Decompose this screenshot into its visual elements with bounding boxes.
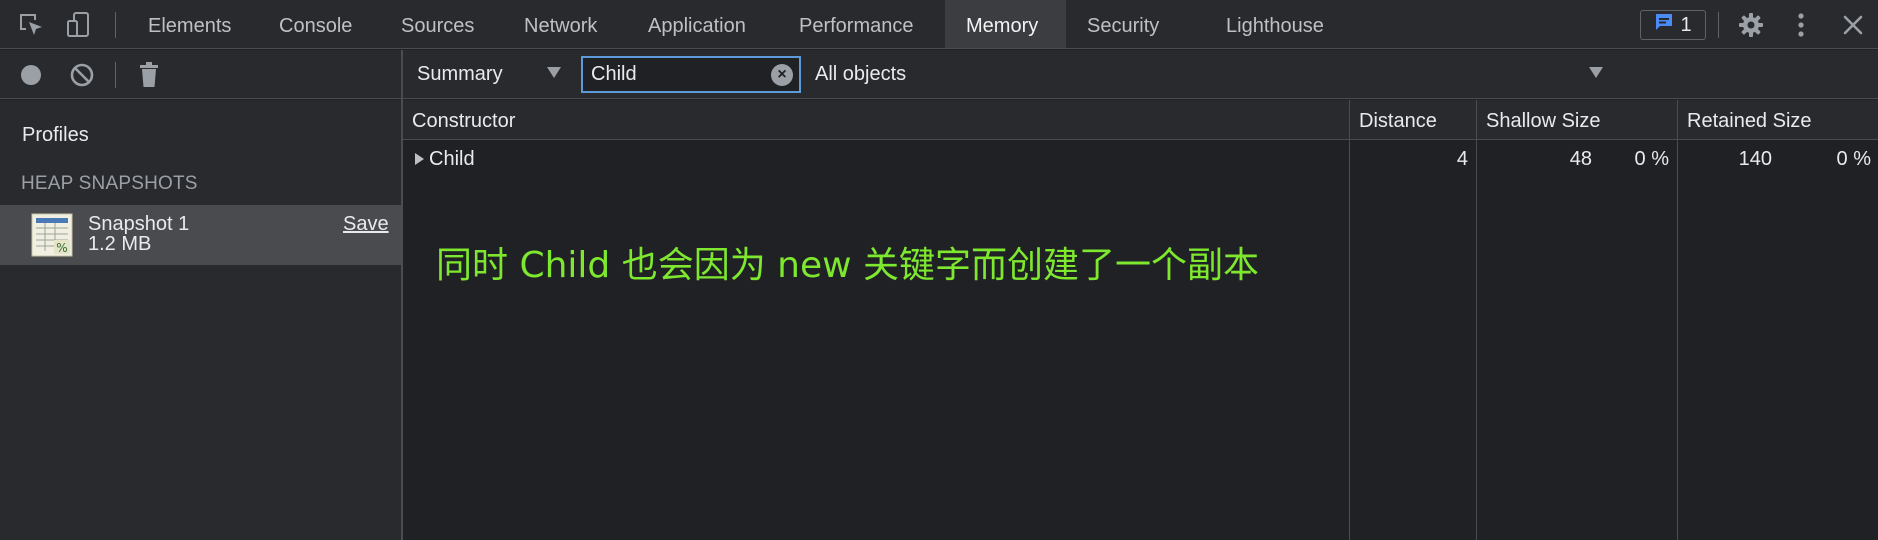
tab-application[interactable]: Application [627,0,767,48]
dropdown-arrow-icon [1589,67,1603,78]
inspect-element-icon[interactable] [16,10,46,40]
toolbar-separator [115,62,116,88]
issues-icon [1654,12,1674,38]
clear-filter-icon[interactable]: × [771,64,793,86]
tab-network[interactable]: Network [503,0,618,48]
toolbar-separator [115,12,116,38]
column-header-distance[interactable]: Distance [1350,100,1437,140]
snapshot-size: 1.2 MB [88,233,152,255]
column-header-shallow-size[interactable]: Shallow Size [1477,100,1601,140]
expand-triangle-icon[interactable] [415,153,424,165]
svg-text:%: % [56,241,67,255]
table-row[interactable]: Child 4 48 0 % 140 0 % [403,141,1878,175]
profiles-title: Profiles [22,124,89,146]
table-header: Constructor Distance Shallow Size Retain… [403,100,1878,140]
profiles-toolbar [0,50,402,99]
column-header-constructor[interactable]: Constructor [403,100,515,140]
snapshot-item[interactable]: % Snapshot 1 1.2 MB Save [0,205,401,265]
row-retained-size: 140 [1738,148,1772,170]
clear-icon[interactable] [67,60,97,90]
tab-console[interactable]: Console [258,0,373,48]
heap-summary-table: Constructor Distance Shallow Size Retain… [403,100,1878,540]
devtools-tab-bar: Elements Console Sources Network Applica… [0,0,1878,49]
heap-snapshot-icon: % [31,213,73,257]
close-icon[interactable] [1838,10,1868,40]
tab-performance[interactable]: Performance [778,0,935,48]
objects-select-value: All objects [815,62,907,85]
tab-elements[interactable]: Elements [127,0,252,48]
tab-security[interactable]: Security [1066,0,1180,48]
row-constructor: Child [429,148,475,170]
heap-snapshots-section-title: HEAP SNAPSHOTS [21,173,198,194]
row-shallow-percent: 0 % [1634,148,1669,170]
more-vertical-icon[interactable] [1786,10,1816,40]
issues-count: 1 [1680,13,1692,36]
annotation-text: 同时 Child 也会因为 new 关键字而创建了一个副本 [436,245,1259,286]
device-toolbar-icon[interactable] [64,10,94,40]
issues-button[interactable]: 1 [1640,10,1706,40]
column-header-retained-size[interactable]: Retained Size [1678,100,1812,140]
tab-sources[interactable]: Sources [380,0,495,48]
view-select[interactable]: Summary [417,50,567,98]
profiles-sidebar: Profiles HEAP SNAPSHOTS % Snapshot 1 1.2… [0,100,402,540]
trash-icon[interactable] [134,60,164,90]
row-retained-percent: 0 % [1836,148,1871,170]
tab-lighthouse[interactable]: Lighthouse [1205,0,1345,48]
dropdown-arrow-icon [547,67,561,78]
class-filter-input[interactable]: × [581,56,801,93]
objects-select[interactable]: All objects [815,50,1603,98]
row-shallow-size: 48 [1569,148,1592,170]
tab-memory[interactable]: Memory [945,0,1066,48]
view-select-value: Summary [417,62,503,85]
save-snapshot-link[interactable]: Save [343,213,389,236]
record-icon[interactable] [16,60,46,90]
row-distance: 4 [1456,148,1468,170]
heap-toolbar: Summary × All objects [403,50,1878,99]
class-filter-field[interactable] [591,58,761,91]
settings-gear-icon[interactable] [1736,10,1766,40]
toolbar-separator [1718,12,1719,38]
